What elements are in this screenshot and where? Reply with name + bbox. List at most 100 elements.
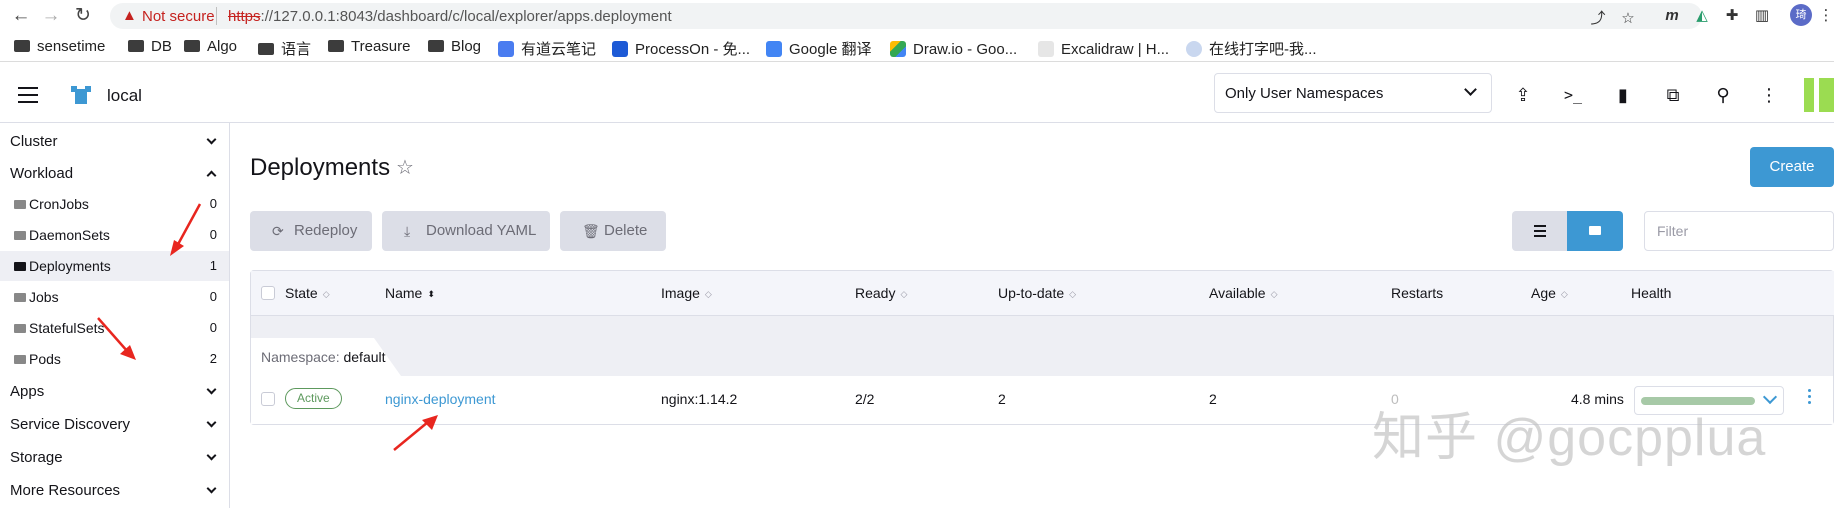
- sidebar-item-count: 0: [209, 196, 217, 211]
- annotation-arrow-icon: [393, 415, 438, 451]
- namespace-filter-value: Only User Namespaces: [1225, 85, 1384, 102]
- favorite-star-icon[interactable]: ☆: [396, 155, 414, 180]
- deployment-name-link[interactable]: nginx-deployment: [385, 391, 496, 407]
- column-header-state[interactable]: State ◇: [285, 285, 330, 301]
- youdao-icon: [498, 41, 514, 57]
- reload-icon[interactable]: ↻: [72, 5, 94, 27]
- bookmark-processon[interactable]: ProcessOn - 免...: [612, 38, 750, 59]
- user-avatar[interactable]: [1804, 78, 1834, 112]
- select-all-checkbox[interactable]: [261, 286, 275, 300]
- download-kubeconfig-icon[interactable]: ▮: [1612, 84, 1634, 106]
- sidebar-item-count: 0: [209, 320, 217, 335]
- cluster-name[interactable]: local: [107, 86, 142, 106]
- column-header-restarts[interactable]: Restarts: [1391, 285, 1443, 301]
- view-toggle: [1512, 211, 1623, 251]
- folder-icon: [14, 324, 26, 333]
- cell-available: 2: [1209, 391, 1217, 407]
- flat-list-view-button[interactable]: [1512, 211, 1567, 251]
- sidebar-group-storage[interactable]: Storage: [0, 442, 229, 472]
- side-panel-icon[interactable]: ▥: [1752, 6, 1772, 26]
- sidebar-group-apps[interactable]: Apps: [0, 376, 229, 406]
- not-secure-label[interactable]: Not secure: [142, 8, 215, 25]
- column-header-name[interactable]: Name ⬍: [385, 285, 435, 301]
- upload-icon[interactable]: ⇪: [1512, 84, 1534, 106]
- redeploy-label: Redeploy: [294, 222, 358, 239]
- processon-icon: [612, 41, 628, 57]
- bookmark-youdao[interactable]: 有道云笔记: [498, 38, 596, 59]
- column-header-ready[interactable]: Ready ◇: [855, 285, 907, 301]
- sidebar-group-workload[interactable]: Workload: [0, 158, 229, 188]
- bookmark-language[interactable]: 语言: [258, 38, 311, 59]
- app-header: local Only User Namespaces ⇪ >_ ▮ ⧉ ⚲ ⋮: [0, 68, 1834, 123]
- profile-avatar[interactable]: 琦: [1790, 4, 1812, 26]
- bookmark-blog[interactable]: Blog: [428, 38, 481, 55]
- hamburger-menu-icon[interactable]: [18, 87, 38, 103]
- create-button[interactable]: Create: [1750, 147, 1834, 187]
- bookmark-google-translate[interactable]: Google 翻译: [766, 38, 872, 59]
- sidebar-group-label: Storage: [10, 449, 63, 466]
- cell-up-to-date: 2: [998, 391, 1006, 407]
- url-path: ://127.0.0.1:8043/dashboard/c/local/expl…: [260, 8, 672, 25]
- download-yaml-button[interactable]: ⤓ Download YAML: [382, 211, 550, 251]
- status-badge: Active: [285, 388, 342, 409]
- bookmark-typing[interactable]: 在线打字吧-我...: [1186, 38, 1317, 59]
- search-icon[interactable]: ⚲: [1712, 84, 1734, 106]
- delete-button[interactable]: 🗑 Delete: [560, 211, 666, 251]
- share-icon[interactable]: ⤴: [1588, 9, 1608, 29]
- namespace-filter-select[interactable]: Only User Namespaces: [1214, 73, 1492, 113]
- column-header-up-to-date[interactable]: Up-to-date ◇: [998, 285, 1076, 301]
- copy-kubeconfig-icon[interactable]: ⧉: [1662, 84, 1684, 106]
- download-icon: ⤓: [404, 223, 411, 239]
- drive-icon: [890, 41, 906, 57]
- chevron-up-icon: [206, 170, 217, 181]
- sidebar-item-count: 0: [209, 227, 217, 242]
- more-menu-icon[interactable]: ⋮: [1758, 84, 1780, 106]
- column-header-image[interactable]: Image ◇: [661, 285, 712, 301]
- row-checkbox[interactable]: [261, 392, 275, 406]
- address-bar[interactable]: ▲ Not secure https://127.0.0.1:8043/dash…: [110, 3, 1702, 29]
- bookmark-excalidraw[interactable]: Excalidraw | H...: [1038, 38, 1169, 58]
- sidebar-group-cluster[interactable]: Cluster: [0, 126, 229, 156]
- row-actions-icon[interactable]: [1808, 389, 1812, 409]
- back-icon[interactable]: ←: [10, 5, 32, 27]
- sort-icon: ◇: [322, 289, 330, 299]
- sidebar-group-service-discovery[interactable]: Service Discovery: [0, 409, 229, 439]
- bookmark-drawio[interactable]: Draw.io - Goo...: [890, 38, 1017, 58]
- bookmark-db[interactable]: DB: [128, 38, 172, 55]
- sidebar-item-count: 0: [209, 289, 217, 304]
- bookmark-treasure[interactable]: Treasure: [328, 38, 410, 55]
- cluster-logo-icon: [71, 86, 91, 104]
- extensions-puzzle-icon[interactable]: ✚: [1722, 6, 1742, 26]
- trash-icon: 🗑: [582, 223, 600, 239]
- column-header-age[interactable]: Age ◇: [1531, 285, 1568, 301]
- bookmark-algo[interactable]: Algo: [184, 38, 237, 55]
- folder-icon: [428, 40, 444, 52]
- bookmark-star-icon[interactable]: ☆: [1618, 9, 1638, 29]
- sort-icon: ◇: [900, 289, 908, 299]
- extension-drive-icon[interactable]: ◭: [1692, 6, 1712, 26]
- sidebar-group-more-resources[interactable]: More Resources: [0, 475, 229, 505]
- forward-icon[interactable]: →: [40, 5, 62, 27]
- folder-icon: [128, 40, 144, 52]
- extension-m-icon[interactable]: m: [1662, 6, 1682, 26]
- folder-icon: [14, 200, 26, 209]
- chevron-down-icon: [1464, 83, 1477, 96]
- typing-icon: [1186, 41, 1202, 57]
- group-by-namespace-button[interactable]: [1567, 211, 1623, 251]
- column-header-available[interactable]: Available ◇: [1209, 285, 1277, 301]
- annotation-arrow-icon: [97, 317, 136, 360]
- kubectl-shell-icon[interactable]: >_: [1562, 84, 1584, 106]
- namespace-name: default: [343, 349, 386, 365]
- filter-input[interactable]: [1644, 211, 1834, 251]
- sidebar-item-jobs[interactable]: Jobs 0: [0, 282, 229, 312]
- bookmark-sensetime[interactable]: sensetime: [14, 38, 105, 55]
- url-text[interactable]: https://127.0.0.1:8043/dashboard/c/local…: [228, 8, 672, 25]
- sort-icon: ⬍: [427, 289, 435, 299]
- sidebar-item-label: Pods: [29, 351, 61, 367]
- download-yaml-label: Download YAML: [426, 222, 537, 239]
- folder-open-icon: [14, 262, 26, 271]
- browser-menu-icon[interactable]: ⋮: [1816, 6, 1834, 26]
- redeploy-button[interactable]: ⟳ Redeploy: [250, 211, 372, 251]
- url-scheme: https: [228, 8, 261, 25]
- namespace-group-tab: Namespace: default: [251, 338, 401, 376]
